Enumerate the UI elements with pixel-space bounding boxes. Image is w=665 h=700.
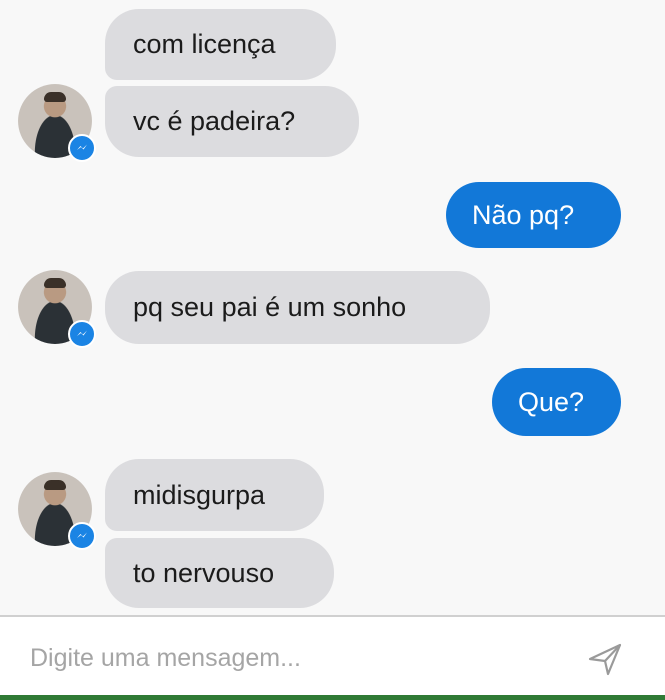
message-bubble-incoming[interactable]: pq seu pai é um sonho	[105, 271, 490, 344]
message-text: midisgurpa	[133, 479, 266, 510]
send-icon[interactable]	[585, 639, 625, 679]
message-text: com licença	[133, 29, 276, 59]
message-bubble-outgoing[interactable]: Não pq?	[446, 182, 621, 248]
message-input[interactable]	[0, 617, 560, 700]
message-bubble-incoming[interactable]: to nervouso	[105, 538, 334, 608]
message-bubble-incoming[interactable]: midisgurpa	[105, 459, 324, 531]
message-text: pq seu pai é um sonho	[133, 292, 407, 322]
message-text: vc é padeira?	[133, 106, 296, 136]
bottom-border	[0, 695, 665, 700]
message-text: Não pq?	[472, 199, 575, 230]
message-text: to nervouso	[133, 557, 275, 588]
messenger-icon	[68, 522, 96, 550]
message-bubble-outgoing[interactable]: Que?	[492, 368, 621, 436]
contact-avatar[interactable]	[18, 270, 96, 348]
messenger-icon	[68, 320, 96, 348]
message-bubble-incoming[interactable]: com licença	[105, 9, 336, 80]
message-bubble-incoming[interactable]: vc é padeira?	[105, 86, 359, 157]
contact-avatar[interactable]	[18, 472, 96, 550]
contact-avatar[interactable]	[18, 84, 96, 162]
chat-thread[interactable]: com licença vc é padeira? Não pq? pq seu…	[0, 0, 665, 615]
messenger-icon	[68, 134, 96, 162]
message-composer	[0, 615, 665, 700]
message-text: Que?	[518, 386, 585, 417]
